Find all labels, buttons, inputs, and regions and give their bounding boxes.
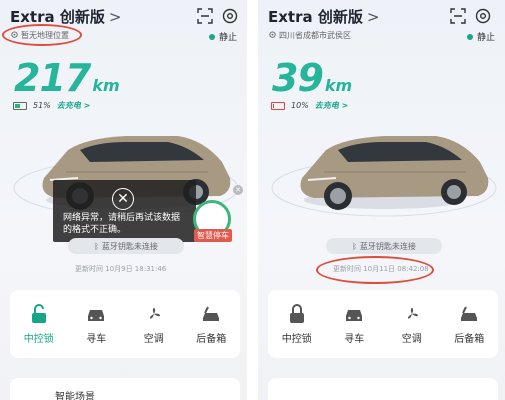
control-label: 中控锁: [23, 333, 54, 345]
control-air-conditioning[interactable]: 空调: [129, 304, 179, 345]
fan-icon: [149, 307, 160, 319]
error-toast: ✕ 网络异常，请稍后再试该数据的格式不正确。: [53, 180, 196, 242]
range-unit: km: [324, 76, 353, 95]
range-readout: 39 km: [272, 56, 352, 100]
control-trunk[interactable]: 后备箱: [444, 304, 494, 345]
chevron-right-icon: >: [108, 8, 122, 26]
vehicle-status: 静止: [208, 30, 237, 43]
control-central-lock[interactable]: 中控锁: [14, 303, 64, 345]
panel-divider: [247, 0, 258, 400]
bluetooth-icon: ᛒ: [352, 241, 357, 251]
status-dot: [466, 33, 473, 40]
fan-icon: [407, 307, 418, 319]
range-unit: km: [92, 76, 120, 95]
vehicle-title[interactable]: Extra 创新版 >: [268, 6, 379, 27]
bluetooth-text: 蓝牙钥匙未连接: [359, 241, 416, 251]
comparison-screenshot: Extra 创新版> 暂无地理位置 静止 217km 51% 去充电 > ✕: [0, 0, 505, 400]
vehicle-status: 静止: [466, 30, 495, 43]
status-text: 静止: [476, 33, 495, 43]
status-text: 静止: [218, 33, 237, 43]
unlock-icon: [31, 303, 46, 323]
lock-icon: [289, 303, 304, 323]
scan-icon[interactable]: [450, 8, 466, 24]
scene-card[interactable]: 智能场景: [10, 378, 240, 400]
trunk-icon: [461, 306, 478, 321]
control-find-car[interactable]: 寻车: [329, 304, 379, 345]
vehicle-title-text: Extra 创新版: [268, 8, 363, 26]
gear-icon[interactable]: [222, 8, 238, 24]
scene-card-label: 智能场景: [55, 392, 95, 400]
location-text: 四川省成都市武侯区: [279, 31, 351, 40]
car-front-icon: [88, 309, 105, 321]
control-label: 寻车: [344, 333, 365, 345]
gear-icon[interactable]: [475, 8, 491, 24]
right-phone-screen: Extra 创新版 > 四川省成都市武侯区 静止 39 km 10% 去充电 > ᛒ…: [258, 0, 505, 400]
range-value: 217: [14, 56, 91, 100]
bluetooth-key-status[interactable]: ᛒ 蓝牙钥匙未连接: [326, 238, 442, 254]
control-label: 寻车: [86, 333, 107, 345]
red-annotation-circle: [316, 256, 434, 284]
update-time: 更新时间 10月9日 18:31:46: [75, 265, 167, 273]
control-find-car[interactable]: 寻车: [71, 304, 121, 345]
close-icon[interactable]: ✕: [233, 185, 243, 195]
car-front-icon: [346, 309, 363, 321]
bluetooth-text: 蓝牙钥匙未连接: [101, 241, 158, 251]
parking-label[interactable]: 智慧停车: [194, 229, 232, 242]
quick-controls: 中控锁 寻车 空调 后备箱: [268, 290, 498, 358]
vehicle-title-text: Extra 创新版: [10, 8, 105, 26]
quick-controls: 中控锁 寻车 空调 后备箱: [10, 290, 240, 358]
control-trunk[interactable]: 后备箱: [186, 304, 236, 345]
bluetooth-key-status[interactable]: ᛒ 蓝牙钥匙未连接: [68, 238, 184, 254]
control-air-conditioning[interactable]: 空调: [387, 304, 437, 345]
control-label: 后备箱: [454, 333, 485, 345]
scene-card[interactable]: [268, 378, 498, 400]
scan-icon[interactable]: [197, 8, 213, 24]
location-row[interactable]: 四川省成都市武侯区: [268, 30, 351, 41]
toast-message: 网络异常，请稍后再试该数据的格式不正确。: [63, 213, 181, 235]
range-value: 39: [272, 56, 324, 100]
control-central-lock[interactable]: 中控锁: [272, 303, 322, 345]
control-label: 空调: [401, 333, 422, 345]
location-pin-icon: [269, 31, 276, 38]
control-label: 后备箱: [196, 333, 227, 345]
car-image: [271, 136, 497, 217]
chevron-right-icon: >: [366, 8, 380, 26]
control-label: 空调: [143, 333, 164, 345]
trunk-icon: [203, 306, 220, 321]
left-phone-screen: Extra 创新版> 暂无地理位置 静止 217km 51% 去充电 > ✕: [0, 0, 247, 400]
red-annotation-circle: [2, 24, 82, 46]
range-readout: 217 km: [14, 56, 120, 100]
status-dot: [208, 33, 215, 40]
bluetooth-icon: ᛒ: [94, 241, 99, 251]
close-icon[interactable]: ✕: [112, 188, 134, 210]
control-label: 中控锁: [281, 333, 312, 345]
